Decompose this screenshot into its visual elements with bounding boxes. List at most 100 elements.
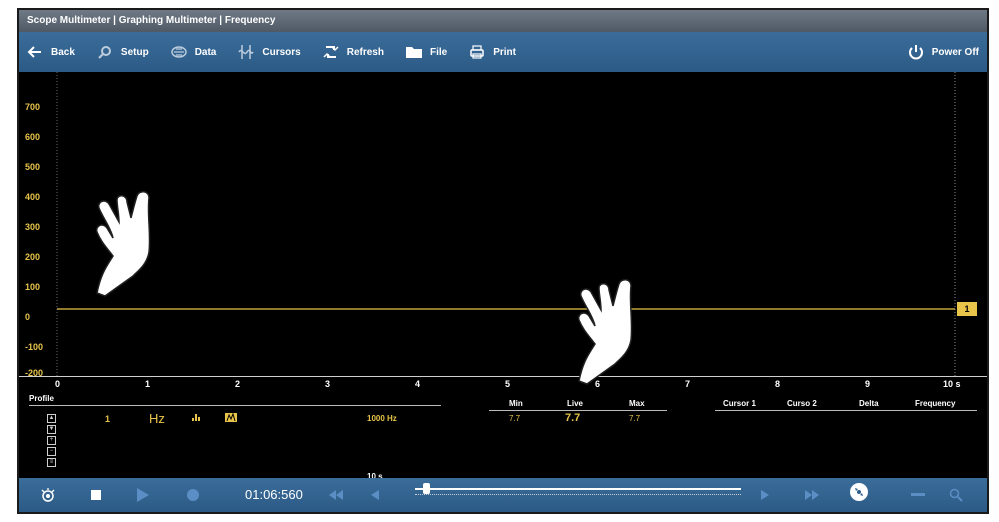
zoom-out-button[interactable] (911, 487, 925, 503)
power-off-button[interactable]: Power Off (906, 32, 979, 72)
scale-value[interactable]: 1000 Hz (367, 414, 397, 423)
playback-time: 01:06:560 (245, 487, 303, 502)
file-label: File (429, 46, 448, 58)
slider-track (415, 488, 741, 490)
stop-icon (91, 490, 101, 500)
x-tick-label: 8 (775, 379, 781, 389)
measurement-panel: Profile ▲ ▼ + − ≡ 1 Hz 1000 Hz 10 s Min … (19, 392, 987, 484)
refresh-button[interactable]: Refresh (321, 32, 384, 72)
slider-thumb[interactable] (423, 483, 430, 494)
power-icon (906, 42, 926, 62)
x-tick-label: 3 (325, 379, 331, 389)
refresh-icon (321, 42, 341, 62)
y-tick-label: 100 (25, 282, 41, 292)
channel-up-icon[interactable]: ▲ (47, 414, 56, 423)
x-tick-label: 5 (505, 379, 511, 389)
zoom-fit-icon (850, 483, 868, 501)
y-tick-label: 0 (25, 312, 31, 322)
cursor1-header: Cursor 1 (723, 399, 756, 408)
rewind-icon (329, 490, 343, 500)
print-button[interactable]: Print (467, 32, 516, 72)
folder-icon (404, 42, 424, 62)
rewind-button[interactable] (329, 487, 343, 503)
data-label: Data (194, 46, 217, 58)
histogram-icon[interactable] (191, 412, 201, 424)
x-tick-label: 1 (145, 379, 151, 389)
pointing-hand-icon (95, 191, 151, 297)
y-tick-label: 200 (25, 252, 41, 262)
channel-number: 1 (105, 414, 111, 424)
x-tick-label: 2 (235, 379, 241, 389)
data-button[interactable]: Data (169, 32, 217, 72)
magnifier-icon (949, 488, 963, 502)
printer-icon (467, 42, 487, 62)
y-tick-label: 700 (25, 102, 41, 112)
x-tick-label: 0 (55, 379, 61, 389)
max-header: Max (629, 399, 645, 408)
pointing-hand-icon (577, 279, 633, 385)
y-tick-label: 600 (25, 132, 41, 142)
cursor-underline (715, 410, 977, 411)
channel-settings-icon[interactable]: ≡ (47, 458, 56, 467)
back-label: Back (51, 46, 75, 58)
channel-zoom-out-icon[interactable]: − (47, 447, 56, 456)
cursors-label: Cursors (262, 46, 301, 58)
y-tick-label: -100 (25, 342, 44, 352)
record-button[interactable] (187, 487, 199, 503)
channel-controls: ▲ ▼ + − ≡ (47, 414, 57, 469)
profile-header: Profile (29, 394, 54, 403)
camera-icon (41, 488, 55, 502)
play-icon (137, 488, 149, 502)
back-button[interactable]: Back (25, 32, 75, 72)
playback-slider[interactable] (415, 481, 741, 501)
zoom-button[interactable] (949, 487, 963, 503)
x-tick-label: 7 (685, 379, 691, 389)
step-forward-icon (761, 490, 769, 500)
min-header: Min (509, 399, 523, 408)
x-tick-label: 9 (865, 379, 871, 389)
min-value: 7.7 (509, 414, 521, 423)
power-off-label: Power Off (931, 46, 979, 58)
setup-button[interactable]: Setup (95, 32, 149, 72)
unit-label: Hz (149, 411, 165, 426)
channel-down-icon[interactable]: ▼ (47, 425, 56, 434)
max-value: 7.7 (629, 414, 641, 423)
profile-underline (29, 405, 441, 406)
playback-bar: 01:06:560 (19, 478, 987, 512)
gear-icon (95, 42, 115, 62)
play-button[interactable] (137, 487, 149, 503)
print-label: Print (493, 46, 516, 58)
app-window: Scope Multimeter | Graphing Multimeter |… (17, 8, 989, 514)
x-tick-label: 4 (415, 379, 421, 389)
fast-forward-icon (805, 490, 819, 500)
camera-settings-button[interactable] (39, 487, 57, 503)
y-tick-label: 500 (25, 162, 41, 172)
zoom-fit-button[interactable] (849, 483, 869, 501)
cursors-icon (236, 42, 256, 62)
record-icon (187, 489, 199, 501)
fast-forward-button[interactable] (805, 487, 819, 503)
cursor-flag-1[interactable]: 1 (957, 302, 977, 316)
file-button[interactable]: File (404, 32, 447, 72)
toolbar: Back Setup Data Cursors Refresh File Pri… (19, 32, 987, 72)
step-forward-button[interactable] (761, 487, 769, 503)
live-header: Live (567, 399, 584, 408)
refresh-label: Refresh (346, 46, 384, 58)
y-tick-label: 400 (25, 192, 41, 202)
peak-icon[interactable] (225, 412, 237, 424)
cursors-button[interactable]: Cursors (236, 32, 301, 72)
live-value: 7.7 (565, 412, 581, 424)
delta-header: Delta (859, 399, 879, 408)
y-tick-label: 300 (25, 222, 41, 232)
channel-zoom-in-icon[interactable]: + (47, 436, 56, 445)
setup-label: Setup (120, 46, 149, 58)
cursor2-header: Curso 2 (787, 399, 817, 408)
step-back-button[interactable] (371, 487, 379, 503)
slider-buffer (415, 494, 741, 495)
arrow-left-icon (25, 42, 45, 62)
frequency-header: Frequency (915, 399, 956, 408)
title-bar: Scope Multimeter | Graphing Multimeter |… (19, 10, 987, 32)
stats-underline (489, 410, 667, 411)
stop-button[interactable] (91, 487, 101, 503)
data-icon (169, 42, 189, 62)
